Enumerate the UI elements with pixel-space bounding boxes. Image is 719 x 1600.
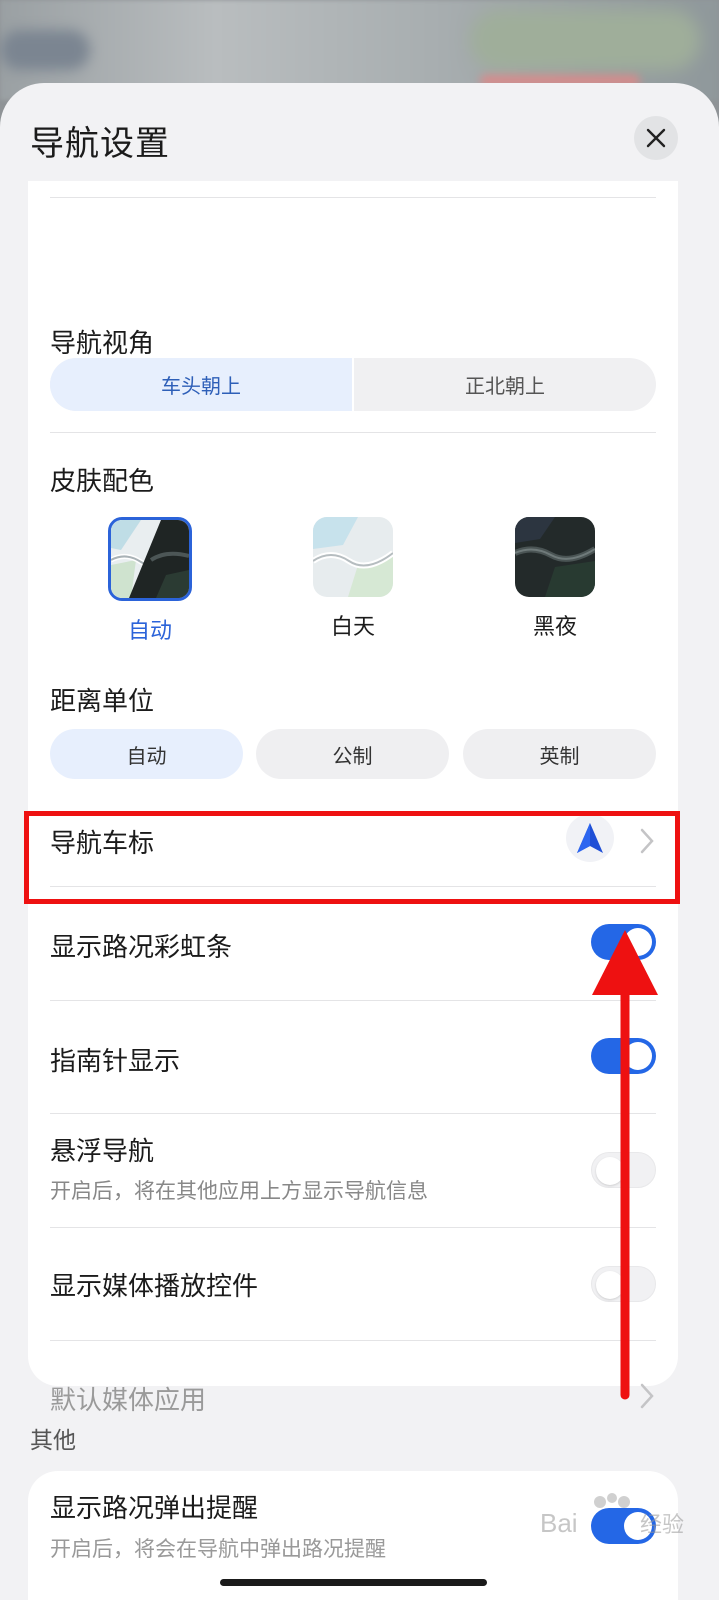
skin-option-day[interactable]: 白天 (311, 517, 395, 641)
skin-option-night[interactable]: 黑夜 (513, 517, 597, 641)
close-button[interactable] (634, 116, 678, 160)
skin-night-label: 黑夜 (532, 615, 577, 640)
distance-unit-auto[interactable]: 自动 (50, 729, 243, 779)
other-section-label: 其他 (30, 1428, 76, 1454)
skin-label: 皮肤配色 (50, 467, 155, 497)
watermark-logo: Bai 经验 (540, 1493, 684, 1538)
distance-unit-label: 距离单位 (50, 687, 155, 717)
annotation-up-arrow (592, 930, 658, 1400)
skin-auto-preview (108, 517, 192, 601)
orientation-north-up[interactable]: 正北朝上 (354, 358, 656, 411)
orientation-segmented-control: 车头朝上 正北朝上 (50, 358, 656, 411)
skin-day-label: 白天 (330, 615, 375, 640)
annotation-highlight-box (24, 811, 680, 904)
orientation-label: 导航视角 (50, 329, 155, 359)
distance-unit-metric[interactable]: 公制 (256, 729, 449, 779)
skin-night-preview (515, 517, 595, 597)
floating-nav-label: 悬浮导航 (50, 1137, 155, 1167)
orientation-heading-up[interactable]: 车头朝上 (50, 358, 352, 411)
distance-unit-imperial[interactable]: 英制 (463, 729, 656, 779)
sheet-title: 导航设置 (30, 124, 170, 164)
rainbow-bar-label: 显示路况彩虹条 (50, 933, 233, 963)
floating-nav-description: 开启后，将在其他应用上方显示导航信息 (50, 1179, 428, 1203)
compass-label: 指南针显示 (50, 1047, 181, 1077)
traffic-popup-description: 开启后，将会在导航中弹出路况提醒 (50, 1537, 386, 1561)
media-controls-label: 显示媒体播放控件 (50, 1272, 259, 1302)
traffic-popup-label: 显示路况弹出提醒 (50, 1494, 259, 1524)
skin-auto-label: 自动 (127, 619, 172, 644)
close-icon (646, 128, 666, 148)
home-indicator[interactable] (220, 1579, 487, 1586)
svg-text:经验: 经验 (640, 1512, 684, 1537)
skin-day-preview (313, 517, 393, 597)
skin-option-auto[interactable]: 自动 (108, 517, 192, 645)
svg-text:Bai: Bai (540, 1508, 578, 1538)
default-media-label[interactable]: 默认媒体应用 (50, 1380, 206, 1417)
